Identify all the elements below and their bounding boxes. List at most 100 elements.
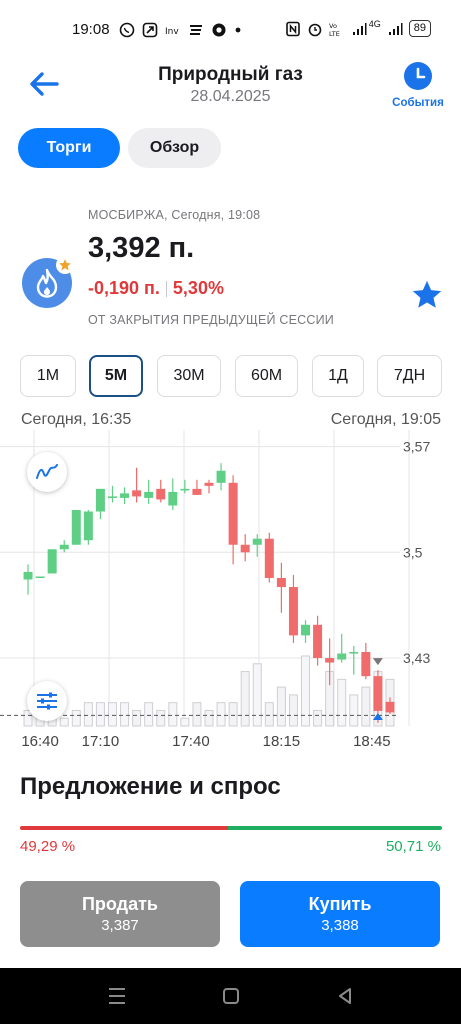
volume-bar [156,709,166,727]
volume-bar [240,671,250,727]
candle-body [313,624,323,659]
volume-bar [349,694,359,727]
chart-type-button[interactable] [27,452,67,492]
candle-body [252,538,262,545]
candle-body [144,491,154,498]
network-type: 4G [368,18,381,29]
buy-button[interactable]: Купить 3,388 [240,881,440,947]
alarm-icon [308,23,322,36]
candle-body [288,587,298,636]
volume-bar [120,702,130,727]
volume-bar [168,702,178,727]
volume-bar [313,709,323,727]
candle-body [192,488,202,495]
candle-body [120,493,130,498]
investing-icon: Inv [165,27,179,37]
high-marker-icon [372,658,383,666]
chart-settings-button[interactable] [27,681,67,721]
price-chart[interactable]: 3,57 3,5 3,43 16:40 17:10 17:40 18:15 18:45 [0,430,461,760]
star-icon [412,280,442,308]
candle-body [325,658,335,663]
candle-body [23,571,33,580]
interval-1d[interactable]: 1Д [312,355,364,397]
x-tick-label: 18:45 [353,733,391,750]
line-chart-icon [36,464,58,479]
x-tick-label: 18:15 [263,733,301,750]
volume-bar [71,709,81,727]
svg-text:Vo: Vo [329,22,337,30]
candle-body [95,488,105,512]
interval-selector: 1М 5М 30М 60М 1Д 7ДН [20,355,444,397]
system-nav-bar [0,968,461,1024]
price-change: -0,190 п. 5,30% [88,278,224,299]
chart-range-end: Сегодня, 19:05 [330,411,441,428]
depth-buy-segment [228,826,442,830]
volume-bar [228,702,238,727]
whatsapp-icon [119,22,135,38]
system-status: Vo LTE 4G 89 [285,18,431,37]
candle-body [204,482,214,486]
back-nav-icon[interactable] [334,986,356,1006]
svg-text:Inv: Inv [165,27,179,37]
clock-icon [404,62,432,90]
y-tick-label: 3,43 [403,650,430,666]
volume-bar [107,702,117,727]
notification-icons: Inv [119,22,242,38]
candle-body [373,676,383,711]
star-badge-icon [56,256,74,274]
candle-body [132,490,142,497]
candle-body [59,544,69,550]
x-tick-label: 17:40 [172,733,210,750]
volume-bar [95,702,105,727]
volume-bar [180,717,190,727]
change-absolute: -0,190 п. [88,278,160,298]
signal-icon [352,22,367,35]
volume-bar [264,702,274,727]
candlestick-chart[interactable]: 3,57 3,5 3,43 16:40 17:10 17:40 18:15 18:45 [0,430,461,760]
interval-5m[interactable]: 5М [89,355,143,397]
chart-range-start: Сегодня, 16:35 [21,411,132,428]
interval-30m[interactable]: 30М [157,355,221,397]
candle-body [385,701,395,713]
volume-bar [337,678,347,727]
candle-body [337,653,347,660]
volume-bar [59,717,69,727]
exchange-timestamp: МОСБИРЖА, Сегодня, 19:08 [88,208,261,222]
favorite-button[interactable] [410,278,444,312]
y-tick-label: 3,57 [403,439,430,455]
volume-bar [216,702,226,727]
status-time: 19:08 [72,21,110,38]
depth-sell-segment [20,826,228,830]
sell-percent: 49,29 % [20,838,76,855]
y-tick-label: 3,5 [403,544,423,560]
interval-60m[interactable]: 60М [235,355,298,397]
sell-button[interactable]: Продать 3,387 [20,881,220,947]
tab-overview[interactable]: Обзор [128,128,221,168]
interval-1m[interactable]: 1М [20,355,76,397]
candle-body [276,577,286,588]
candle-body [240,544,250,553]
depth-bar [20,826,442,830]
signal-icon [388,22,403,35]
home-icon[interactable] [220,986,242,1006]
candle-body [264,538,274,578]
current-price: 3,392 п. [88,232,195,264]
status-bar: 19:08 Inv Vo LTE 4G 89 [0,0,461,62]
candle-body [301,624,311,636]
candle-body [180,488,190,491]
change-divider [165,280,167,297]
sell-label: Продать [81,894,158,914]
volume-bar [132,709,142,727]
volume-bar [288,694,298,727]
change-percent: 5,30% [172,278,224,298]
interval-7d[interactable]: 7ДН [377,355,442,397]
events-button[interactable]: События [389,61,447,109]
candle-body [361,651,371,677]
candle-body [71,510,81,545]
candle-body [168,491,178,506]
tab-trading[interactable]: Торги [18,128,120,168]
candle-body [216,470,226,483]
recents-icon[interactable] [106,986,128,1006]
dot-icon [235,27,241,33]
volume-bar [192,702,202,727]
